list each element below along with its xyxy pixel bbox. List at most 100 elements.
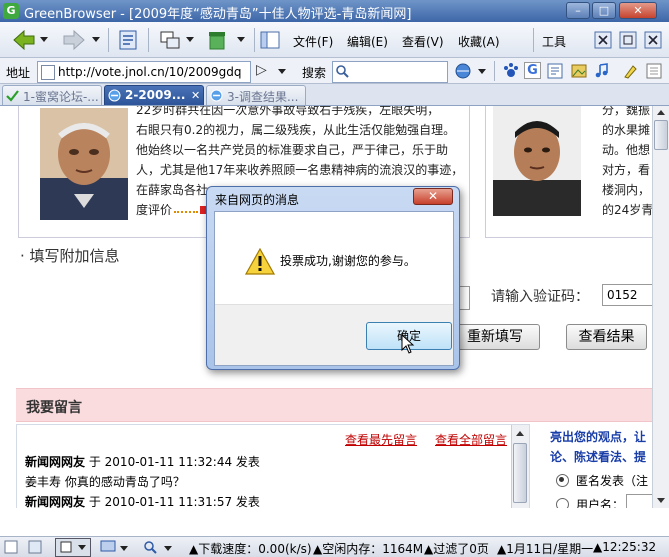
- clear-text-icon[interactable]: [645, 62, 663, 80]
- story-line-4: 人，尤其是他17年来收养照顾一名患精神病的流浪汉的事迹，: [136, 163, 464, 177]
- page-scroll-thumb[interactable]: [654, 120, 668, 150]
- view-results-button[interactable]: 查看结果: [566, 324, 647, 350]
- view-all-link[interactable]: 查看全部留言: [435, 431, 507, 448]
- toolbar-separator: [533, 28, 534, 52]
- scroll-thumb[interactable]: [513, 443, 527, 503]
- comment-2-meta: 于 2010-01-11 11:31:57 发表: [88, 495, 260, 508]
- url-input[interactable]: http://vote.jnol.cn/10/2009gdq: [37, 61, 251, 83]
- baidu-paw-icon[interactable]: [502, 62, 520, 80]
- search-engine-dropdown-icon[interactable]: [478, 69, 486, 74]
- username-radio[interactable]: [556, 498, 569, 508]
- reset-button[interactable]: 重新填写: [450, 324, 540, 350]
- image-search-icon[interactable]: [570, 62, 588, 80]
- close-window-button[interactable]: ✕: [619, 2, 657, 19]
- tab-1[interactable]: 1-蜜窝论坛-...: [2, 85, 102, 105]
- search-engine-icon[interactable]: [454, 62, 472, 80]
- comment-2-header: 新闻网网友 于 2010-01-11 11:31:57 发表: [25, 493, 260, 508]
- story-line-2: 右眼只有0.2的视力，属二级残疾，从此生活仅能勉强自理。: [136, 123, 456, 137]
- refresh-icon[interactable]: [116, 28, 140, 52]
- menu-favorites[interactable]: 收藏(A): [458, 33, 500, 50]
- comment-1-user: 新闻网网友: [25, 455, 86, 469]
- side-heading-2: 论、陈述看法、提: [550, 450, 647, 464]
- go-arrow-icon[interactable]: ▷: [256, 62, 267, 78]
- tab-2[interactable]: 2-2009... ✕: [104, 85, 204, 105]
- dialog-message: 投票成功,谢谢您的参与。: [280, 254, 416, 268]
- status-time: ▲12:25:32: [593, 540, 657, 554]
- window-list-dropdown-icon[interactable]: [186, 37, 194, 42]
- window-title: GreenBrowser - [2009年度“感动青岛”十佳人物评选-青岛新闻网…: [24, 7, 412, 22]
- screen-capture-icon[interactable]: [100, 540, 116, 554]
- restore-page-icon[interactable]: [619, 31, 637, 49]
- dialog-body: 投票成功,谢谢您的参与。 确定: [214, 211, 454, 366]
- back-arrow-icon[interactable]: [12, 28, 36, 52]
- news-page-icon[interactable]: [546, 62, 564, 80]
- free-memory: ▲空闲内存：1164M: [313, 542, 424, 556]
- username-label: 用户名：: [576, 498, 625, 508]
- story-line-6: 度评价: [136, 203, 173, 217]
- sidebar-icon[interactable]: [258, 28, 282, 52]
- proxy-toggle[interactable]: [55, 538, 91, 557]
- comment-2-user: 新闻网网友: [25, 495, 86, 508]
- music-icon[interactable]: [593, 62, 611, 80]
- story-line-5: 在薛家岛各社: [136, 183, 209, 197]
- close-all-icon[interactable]: [644, 31, 662, 49]
- menu-file[interactable]: 文件(F): [293, 33, 333, 50]
- greenbrowser-logo-icon: G: [3, 3, 19, 19]
- story-right-line-2: 的水果摊: [602, 123, 651, 137]
- page-icon: [41, 65, 55, 80]
- forward-dropdown-icon[interactable]: [92, 37, 100, 42]
- anonymous-label: 匿名发表（注: [576, 474, 649, 488]
- main-toolbar: 文件(F) 编辑(E) 查看(V) 收藏(A) 工具: [0, 22, 669, 58]
- comment-list: 查看最先留言 查看全部留言 新闻网网友 于 2010-01-11 11:32:4…: [16, 424, 530, 508]
- comment-scrollbar[interactable]: [511, 425, 529, 508]
- address-bar: 地址 http://vote.jnol.cn/10/2009gdq ▷ 搜索 G: [0, 58, 669, 84]
- menu-edit[interactable]: 编辑(E): [347, 33, 388, 50]
- forward-arrow-icon[interactable]: [62, 28, 86, 52]
- highlight-icon[interactable]: [622, 62, 640, 80]
- message-section-header: 我要留言: [16, 388, 669, 422]
- minimize-button[interactable]: –: [566, 2, 590, 19]
- window-list-icon[interactable]: [158, 28, 182, 52]
- page-scroll-up-icon[interactable]: [657, 110, 665, 115]
- page-status-icon[interactable]: [4, 540, 18, 554]
- close-tab-icon[interactable]: [594, 31, 612, 49]
- story-right-line-1: 分，魏振: [602, 106, 651, 117]
- download-speed: ▲下载速度：0.00(k/s): [189, 542, 312, 556]
- trash-icon[interactable]: [205, 28, 229, 52]
- story-right-line-3: 动。他想: [602, 143, 651, 157]
- story-right-line-4: 对方，看: [602, 163, 651, 177]
- capture-dropdown-icon[interactable]: [120, 546, 128, 551]
- page-scroll-down-icon[interactable]: [657, 498, 665, 503]
- search-input[interactable]: [332, 61, 448, 83]
- proxy-dropdown-icon[interactable]: [78, 545, 86, 550]
- trash-dropdown-icon[interactable]: [237, 37, 245, 42]
- view-newest-link[interactable]: 查看最先留言: [345, 431, 417, 448]
- url-value: http://vote.jnol.cn/10/2009gdq: [58, 65, 242, 79]
- zoom-dropdown-icon[interactable]: [164, 546, 172, 551]
- story-line-3: 他始终以一名共产党员的标准要求自己，严于律己，乐于助: [136, 143, 449, 157]
- status-bar: ▲下载速度：0.00(k/s) ▲空闲内存：1164M ▲过滤了0页 ▲1月11…: [0, 536, 669, 557]
- tab-3-label: 3-调查结果...: [227, 90, 299, 104]
- google-icon[interactable]: G: [524, 62, 541, 79]
- back-dropdown-icon[interactable]: [40, 37, 48, 42]
- zoom-icon[interactable]: [143, 540, 157, 554]
- dialog-title: 来自网页的消息: [215, 193, 300, 207]
- anonymous-radio[interactable]: [556, 474, 569, 487]
- url-history-dropdown-icon[interactable]: [278, 69, 286, 74]
- scroll-up-icon[interactable]: [516, 431, 524, 436]
- maximize-button[interactable]: □: [592, 2, 616, 19]
- toolbar-separator: [148, 28, 149, 52]
- captcha-label: 请输入验证码：: [491, 289, 589, 305]
- menu-view[interactable]: 查看(V): [402, 33, 444, 50]
- proxy-icon: [60, 541, 72, 553]
- tab-3[interactable]: 3-调查结果...: [206, 85, 306, 105]
- dialog-close-button[interactable]: ✕: [413, 188, 453, 205]
- popup-block-icon[interactable]: [28, 540, 42, 554]
- title-bar: G GreenBrowser - [2009年度“感动青岛”十佳人物评选-青岛新…: [0, 0, 669, 22]
- story-right-line-5: 楼洞内，: [602, 183, 651, 197]
- page-scrollbar[interactable]: [652, 106, 669, 508]
- menu-tools[interactable]: 工具: [542, 33, 566, 50]
- toolbar-separator: [108, 28, 109, 52]
- story-line-1: 22岁时群共在因一次意外事故导致右手残疾，左眼失明，: [136, 106, 440, 117]
- tab-close-icon[interactable]: ✕: [191, 89, 200, 102]
